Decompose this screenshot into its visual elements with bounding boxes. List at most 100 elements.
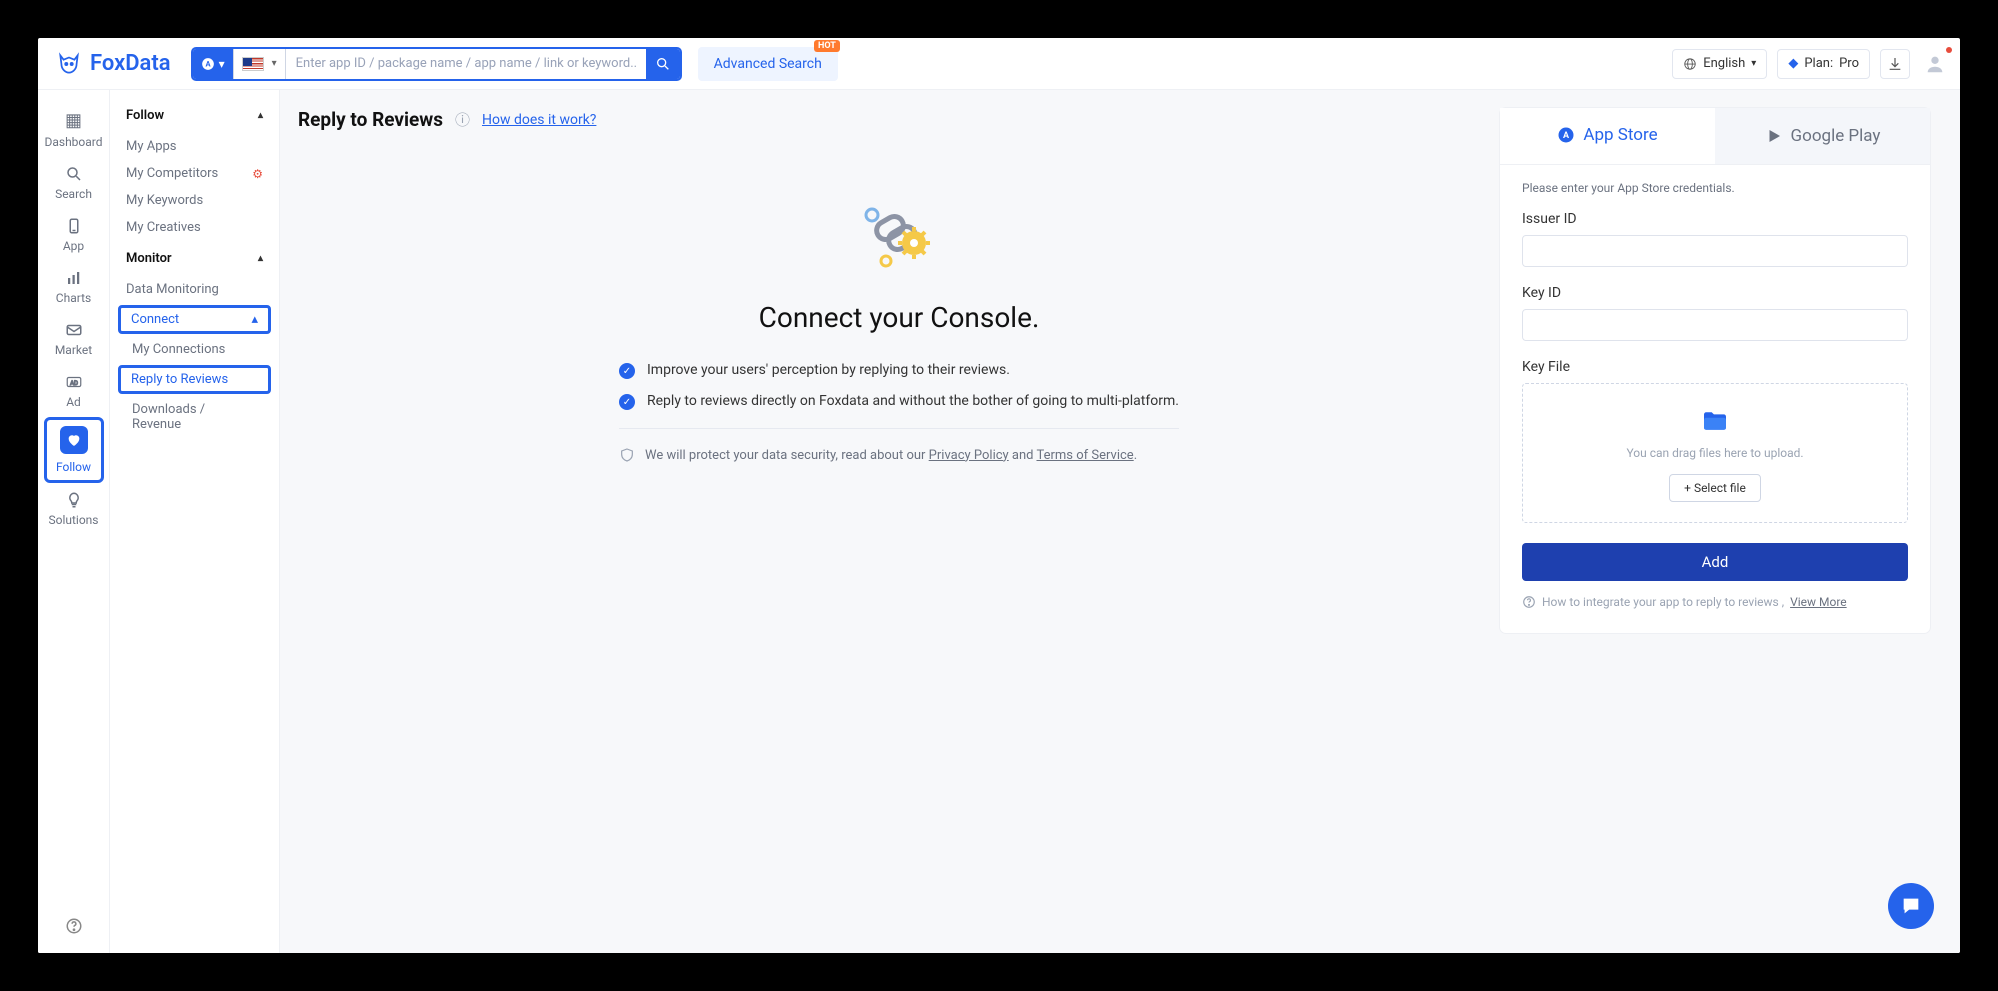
appstore-icon: A	[1557, 126, 1575, 144]
sidebar-item-connect[interactable]: Connect ▴	[118, 305, 271, 334]
rail-label: Dashboard	[44, 135, 102, 149]
search-input[interactable]	[286, 56, 646, 71]
bullet-text: Improve your users' perception by replyi…	[647, 362, 1010, 378]
sidebar-item-label: My Apps	[126, 139, 177, 154]
country-selector[interactable]: ▾	[234, 49, 286, 79]
page-title: Reply to Reviews	[298, 108, 443, 131]
check-icon: ✓	[619, 363, 635, 379]
connect-heading: Connect your Console.	[298, 301, 1500, 334]
plan-value: Pro	[1839, 56, 1859, 71]
help-icon	[65, 917, 83, 935]
sidebar-group-monitor[interactable]: Monitor ▴	[110, 241, 279, 276]
sidebar-item-label: Data Monitoring	[126, 282, 219, 297]
sidebar-item-label: Downloads / Revenue	[132, 402, 205, 432]
sidebar-group-label: Monitor	[126, 251, 172, 266]
content-area: Reply to Reviews ⓘ How does it work?	[280, 90, 1960, 953]
and-text: and	[1009, 448, 1037, 463]
sidebar-item-my-keywords[interactable]: My Keywords	[110, 187, 279, 214]
key-id-input[interactable]	[1522, 309, 1908, 341]
chevron-up-icon: ▴	[258, 110, 263, 121]
select-file-button[interactable]: + Select file	[1669, 474, 1761, 502]
how-does-it-work-link[interactable]: How does it work?	[482, 112, 596, 128]
apple-a-icon: A	[201, 57, 215, 71]
issuer-id-input[interactable]	[1522, 235, 1908, 267]
tab-app-store[interactable]: A App Store	[1500, 108, 1715, 164]
rail-app[interactable]: App	[44, 209, 104, 261]
svg-text:A: A	[1563, 131, 1570, 141]
rail-help[interactable]	[65, 917, 83, 935]
chevron-down-icon: ▾	[272, 58, 277, 69]
sidebar-group-follow[interactable]: Follow ▴	[110, 98, 279, 133]
sidebar-item-label: Reply to Reviews	[131, 372, 228, 387]
language-selector[interactable]: English ▾	[1672, 49, 1767, 79]
search-icon	[655, 56, 671, 72]
link-gear-icon	[854, 201, 944, 271]
help-icon[interactable]: ⓘ	[455, 109, 470, 130]
sidebar-item-label: My Keywords	[126, 193, 203, 208]
rail-label: Ad	[66, 395, 81, 409]
credentials-hint: Please enter your App Store credentials.	[1522, 181, 1908, 195]
help-icon	[1522, 595, 1536, 609]
sidebar-item-reply-reviews[interactable]: Reply to Reviews	[118, 365, 271, 394]
view-more-link[interactable]: View More	[1790, 595, 1847, 609]
sidebar-item-my-competitors[interactable]: My Competitors ⚙	[110, 160, 279, 187]
advanced-search-button[interactable]: Advanced Search HOT	[698, 47, 838, 81]
sidebar-item-my-apps[interactable]: My Apps	[110, 133, 279, 160]
sidebar-item-my-connections[interactable]: My Connections	[110, 336, 279, 363]
search-button[interactable]	[646, 49, 680, 79]
diamond-icon: ◆	[1788, 56, 1798, 71]
protect-notice: We will protect your data security, read…	[619, 447, 1179, 463]
rail-solutions[interactable]: Solutions	[44, 483, 104, 535]
language-label: English	[1703, 56, 1745, 71]
terms-link[interactable]: Terms of Service	[1036, 448, 1133, 463]
rail-label: Charts	[56, 291, 91, 305]
phone-icon	[65, 217, 83, 235]
rail-charts[interactable]: Charts	[44, 261, 104, 313]
integrate-text: How to integrate your app to reply to re…	[1542, 595, 1784, 609]
rail-ad[interactable]: AD Ad	[44, 365, 104, 417]
chart-icon	[65, 269, 83, 287]
svg-text:AD: AD	[70, 380, 78, 387]
sidebar-item-downloads-revenue[interactable]: Downloads / Revenue	[110, 396, 279, 438]
download-button[interactable]	[1880, 49, 1910, 79]
tab-google-play[interactable]: Google Play	[1715, 108, 1930, 164]
rail-label: Market	[55, 343, 92, 357]
dropzone-text: You can drag files here to upload.	[1626, 446, 1803, 460]
chevron-down-icon: ▾	[1751, 58, 1756, 69]
brand-logo[interactable]: FoxData	[56, 51, 171, 77]
add-button[interactable]: Add	[1522, 543, 1908, 581]
fox-icon	[56, 51, 82, 77]
rail-dashboard[interactable]: ▦ Dashboard	[44, 102, 104, 157]
chat-button[interactable]	[1888, 883, 1934, 929]
rail-label: Search	[55, 187, 92, 201]
check-icon: ✓	[619, 394, 635, 410]
sidebar: Follow ▴ My Apps My Competitors ⚙ My Key…	[110, 90, 280, 953]
privacy-policy-link[interactable]: Privacy Policy	[929, 448, 1009, 463]
chat-icon	[1900, 895, 1922, 917]
protect-prefix: We will protect your data security, read…	[645, 448, 929, 463]
plan-prefix: Plan:	[1804, 56, 1833, 71]
search-group: A ▾ ▾	[191, 47, 682, 81]
nav-rail: ▦ Dashboard Search App Charts Mark	[38, 90, 110, 953]
plan-selector[interactable]: ◆ Plan: Pro	[1777, 49, 1870, 79]
key-file-dropzone[interactable]: You can drag files here to upload. + Sel…	[1522, 383, 1908, 523]
heart-icon	[66, 432, 82, 448]
sidebar-item-label: Connect	[131, 312, 179, 327]
rail-label: Solutions	[48, 513, 98, 527]
rail-follow[interactable]: Follow	[44, 417, 104, 483]
chevron-up-icon: ▴	[251, 312, 258, 327]
bulb-icon	[65, 491, 83, 509]
sidebar-item-data-monitoring[interactable]: Data Monitoring	[110, 276, 279, 303]
user-avatar-button[interactable]	[1920, 49, 1950, 79]
credentials-panel: A App Store Google Play Please enter you…	[1500, 108, 1930, 633]
bullet-item: ✓ Improve your users' perception by repl…	[619, 362, 1179, 379]
sidebar-item-label: My Competitors	[126, 166, 218, 181]
gear-icon[interactable]: ⚙	[252, 167, 263, 181]
globe-icon	[1683, 57, 1697, 71]
rail-market[interactable]: Market	[44, 313, 104, 365]
sidebar-item-my-creatives[interactable]: My Creatives	[110, 214, 279, 241]
store-selector[interactable]: A ▾	[193, 49, 234, 79]
tab-label: App Store	[1583, 125, 1657, 145]
rail-search[interactable]: Search	[44, 157, 104, 209]
issuer-id-label: Issuer ID	[1522, 211, 1908, 227]
